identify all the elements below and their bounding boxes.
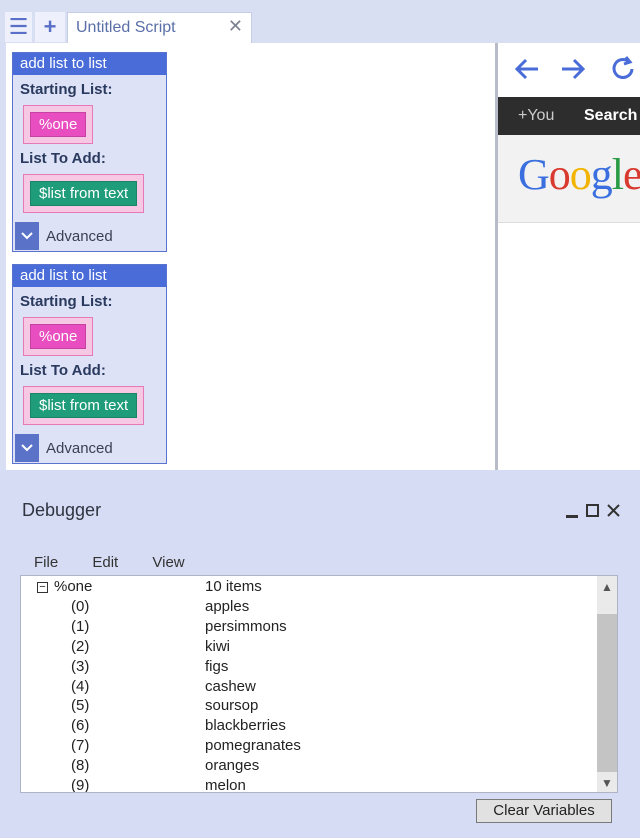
list-to-add-slot[interactable]: $list from text — [23, 386, 145, 425]
debugger-title: Debugger — [22, 500, 102, 520]
chevron-down-icon[interactable] — [15, 434, 39, 462]
item-index: (3) — [71, 658, 90, 675]
advanced-label: Advanced — [46, 227, 113, 245]
clear-variables-button[interactable]: Clear Variables — [476, 799, 612, 823]
item-value: figs — [205, 658, 229, 675]
item-value: melon — [205, 777, 246, 793]
starting-list-label: Starting List: — [20, 81, 113, 98]
root-summary: 10 items — [205, 578, 262, 595]
starting-list-slot[interactable]: %one — [23, 317, 94, 356]
variable-chip[interactable]: %one — [30, 324, 87, 349]
item-index: (5) — [71, 697, 90, 714]
google-bar: +You Search — [498, 97, 640, 135]
starting-list-slot[interactable]: %one — [23, 105, 94, 144]
item-index: (4) — [71, 678, 90, 695]
item-value: cashew — [205, 678, 256, 695]
item-index: (8) — [71, 757, 90, 774]
minimize-icon[interactable] — [566, 502, 578, 525]
tree-row[interactable]: (9) melon — [21, 777, 597, 793]
tree-row[interactable]: (8) oranges — [21, 757, 597, 777]
scroll-up-icon[interactable]: ▲ — [601, 580, 613, 594]
item-value: blackberries — [205, 717, 286, 734]
advanced-toggle[interactable]: Advanced — [13, 221, 166, 251]
tree-row[interactable]: (4) cashew — [21, 678, 597, 698]
tab-title: Untitled Script — [76, 19, 176, 36]
hamburger-icon[interactable]: ☰ — [5, 12, 32, 42]
tree-row[interactable]: (0) apples — [21, 598, 597, 618]
gbar-you-link[interactable]: +You — [518, 107, 554, 125]
add-list-to-list-block[interactable]: add list to list Starting List: %one Lis… — [12, 52, 167, 252]
debugger-menubar: File Edit View — [34, 554, 215, 571]
variable-tree[interactable]: − %one 10 items (0) apples (1) persimmons … — [20, 575, 618, 793]
menu-edit[interactable]: Edit — [92, 554, 118, 571]
scroll-down-icon[interactable]: ▼ — [601, 776, 613, 790]
maximize-icon[interactable] — [586, 502, 599, 525]
tree-row[interactable]: (7) pomegranates — [21, 737, 597, 757]
item-index: (0) — [71, 598, 90, 615]
list-chip[interactable]: $list from text — [30, 393, 138, 418]
item-index: (6) — [71, 717, 90, 734]
item-index: (2) — [71, 638, 90, 655]
menu-view[interactable]: View — [152, 554, 184, 571]
list-to-add-slot[interactable]: $list from text — [23, 174, 145, 213]
add-list-to-list-block[interactable]: add list to list Starting List: %one Lis… — [12, 264, 167, 464]
item-value: persimmons — [205, 618, 287, 635]
root-name: %one — [54, 578, 93, 595]
menu-file[interactable]: File — [34, 554, 58, 571]
advanced-toggle[interactable]: Advanced — [13, 433, 166, 463]
variable-chip[interactable]: %one — [30, 112, 87, 137]
item-index: (9) — [71, 777, 90, 793]
logo-area: Google — [498, 135, 640, 223]
tab-strip: ☰ + Untitled Script ✕ — [0, 0, 640, 44]
tree-scrollbar[interactable]: ▲ ▼ — [597, 576, 617, 792]
chevron-down-icon[interactable] — [15, 222, 39, 250]
tab-untitled-script[interactable]: Untitled Script ✕ — [67, 12, 252, 43]
item-value: apples — [205, 598, 250, 615]
plus-icon[interactable]: + — [35, 12, 65, 42]
tree-row[interactable]: (5) soursop — [21, 697, 597, 717]
close-icon[interactable]: ✕ — [228, 16, 243, 37]
block-header: add list to list — [13, 53, 166, 75]
refresh-icon[interactable] — [610, 55, 640, 85]
list-to-add-label: List To Add: — [20, 362, 106, 379]
scrollbar-thumb[interactable] — [597, 614, 617, 772]
tree-row[interactable]: (3) figs — [21, 658, 597, 678]
forward-arrow-icon[interactable] — [559, 55, 589, 85]
google-logo: Google — [518, 150, 640, 199]
browser-nav — [498, 55, 640, 91]
advanced-label: Advanced — [46, 439, 113, 457]
starting-list-label: Starting List: — [20, 293, 113, 310]
tree-row[interactable]: (6) blackberries — [21, 717, 597, 737]
browser-pane: +You Search Google — [498, 43, 640, 470]
list-to-add-label: List To Add: — [20, 150, 106, 167]
back-arrow-icon[interactable] — [513, 55, 543, 85]
item-value: pomegranates — [205, 737, 301, 754]
list-chip[interactable]: $list from text — [30, 181, 138, 206]
tree-row[interactable]: (2) kiwi — [21, 638, 597, 658]
tree-row[interactable]: (1) persimmons — [21, 618, 597, 638]
gbar-search-link[interactable]: Search — [584, 107, 637, 125]
item-value: kiwi — [205, 638, 230, 655]
tree-root-row[interactable]: − %one 10 items — [21, 578, 597, 598]
block-header: add list to list — [13, 265, 166, 287]
item-index: (1) — [71, 618, 90, 635]
item-value: soursop — [205, 697, 259, 714]
item-value: oranges — [205, 757, 260, 774]
collapse-icon[interactable]: − — [37, 582, 48, 593]
item-index: (7) — [71, 737, 90, 754]
close-icon[interactable] — [607, 502, 620, 525]
